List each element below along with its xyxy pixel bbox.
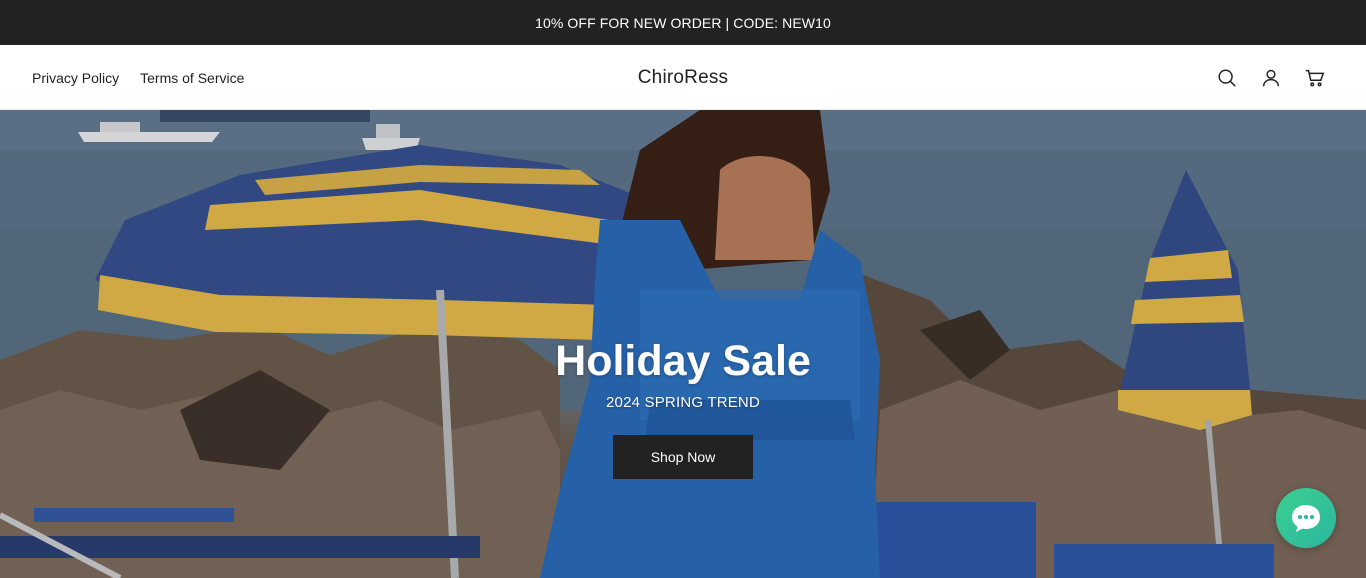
cart-icon[interactable] (1304, 67, 1326, 89)
header-actions (1216, 45, 1326, 110)
hero-subtitle: 2024 SPRING TREND (605, 393, 760, 411)
nav-link-terms-of-service[interactable]: Terms of Service (140, 70, 244, 86)
nav-link-privacy-policy[interactable]: Privacy Policy (32, 70, 119, 86)
search-icon[interactable] (1216, 67, 1238, 89)
announcement-bar: 10% OFF FOR NEW ORDER | CODE: NEW10 (0, 0, 1366, 45)
chat-bubble-icon (1292, 505, 1320, 532)
announcement-text: 10% OFF FOR NEW ORDER | CODE: NEW10 (535, 14, 831, 31)
hero-title: Holiday Sale (555, 337, 811, 385)
shop-now-button[interactable]: Shop Now (613, 434, 753, 479)
header-nav: Privacy Policy Terms of Service (32, 45, 244, 110)
site-logo[interactable]: ChiroRess (638, 67, 729, 89)
account-icon[interactable] (1260, 67, 1282, 89)
hero-content: Holiday Sale 2024 SPRING TREND Shop Now (0, 336, 1366, 479)
chat-widget-button[interactable] (1276, 488, 1336, 548)
site-header: ChiroRess Privacy Policy Terms of Servic… (0, 45, 1366, 110)
hero-banner: Holiday Sale 2024 SPRING TREND Shop Now (0, 110, 1366, 578)
